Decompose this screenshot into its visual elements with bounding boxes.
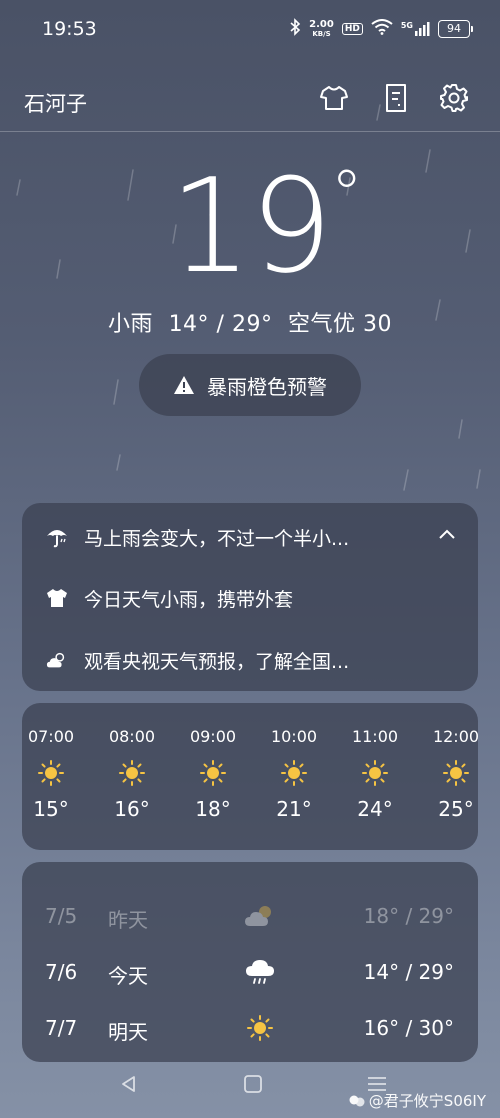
city-name[interactable]: 石河子	[24, 88, 87, 118]
tip-item[interactable]: 马上雨会变大，不过一个半小...	[46, 523, 349, 551]
cellular-signal: 5G	[401, 21, 430, 37]
day-temp-range: 14° / 29°	[363, 960, 454, 984]
hour-temp: 21°	[276, 797, 312, 821]
hour-time: 08:00	[108, 727, 156, 746]
temperature-range: 14° / 29°	[168, 312, 273, 337]
bluetooth-icon	[289, 18, 301, 39]
watermark: @君子攸宁S06IY	[349, 1090, 486, 1111]
status-icons: 2.00 KB/S HD 5G 94	[289, 18, 473, 39]
hour-temp: 25°	[438, 797, 474, 821]
hour-time: 11:00	[351, 727, 399, 746]
hour-item[interactable]: 11:00 24°	[340, 727, 410, 821]
hour-time: 07:00	[27, 727, 75, 746]
shirt-icon	[46, 587, 68, 609]
sun-icon	[97, 753, 167, 793]
rain-icon	[244, 956, 276, 988]
condition-text: 小雨	[108, 312, 154, 337]
battery-level: 94	[447, 22, 461, 35]
hourly-forecast-card[interactable]: 07:00 15° 08:00 16° 09:00 18° 10:00 21° …	[22, 703, 478, 850]
sun-icon	[178, 753, 248, 793]
watermark-text: @君子攸宁S06IY	[368, 1092, 486, 1110]
warning-icon	[174, 376, 194, 394]
clothing-advice-button[interactable]	[318, 82, 350, 114]
status-time: 19:53	[42, 18, 97, 40]
temperature-value: 19	[169, 150, 332, 302]
shirt-icon	[320, 86, 348, 110]
status-bar: 19:53 2.00 KB/S HD 5G 94	[0, 0, 500, 60]
hour-temp: 15°	[33, 797, 69, 821]
battery-indicator: 94	[438, 19, 473, 38]
tip-item[interactable]: 今日天气小雨，携带外套	[46, 584, 293, 612]
tip-text: 观看央视天气预报，了解全国...	[84, 650, 350, 673]
day-temp-range: 18° / 29°	[363, 904, 454, 928]
signal-label: 5G	[400, 20, 413, 30]
document-icon	[386, 84, 406, 112]
partly-cloudy-icon	[46, 649, 68, 671]
sun-icon	[259, 753, 329, 793]
day-label: 明天	[108, 1020, 148, 1044]
day-label: 今天	[108, 964, 148, 988]
chevron-up-icon	[439, 529, 455, 539]
back-button[interactable]	[114, 1069, 144, 1099]
sun-icon	[340, 753, 410, 793]
weather-summary: 小雨 14° / 29° 空气优 30	[0, 306, 500, 338]
sun-icon	[421, 753, 478, 793]
day-row[interactable]: 7/5 昨天 18° / 29°	[22, 896, 478, 936]
wifi-icon	[371, 19, 393, 38]
hour-item[interactable]: 09:00 18°	[178, 727, 248, 821]
back-icon	[122, 1076, 135, 1092]
signal-bars-icon	[415, 21, 430, 36]
air-quality[interactable]: 空气优 30	[288, 312, 392, 337]
daily-forecast-card[interactable]: 7/5 昨天 18° / 29° 7/6 今天 14° / 29° 7/7 明天…	[22, 862, 478, 1062]
hour-item[interactable]: 10:00 21°	[259, 727, 329, 821]
hour-item[interactable]: 08:00 16°	[97, 727, 167, 821]
home-icon	[244, 1075, 262, 1093]
collapse-tips-button[interactable]	[434, 521, 460, 547]
hour-item[interactable]: 12:00 25°	[421, 727, 478, 821]
hour-time: 09:00	[189, 727, 237, 746]
gear-icon	[440, 84, 468, 112]
day-date: 7/6	[45, 960, 78, 984]
tip-text: 今日天气小雨，携带外套	[84, 588, 294, 611]
tip-text: 马上雨会变大，不过一个半小...	[84, 527, 350, 550]
home-button[interactable]	[238, 1069, 268, 1099]
tip-item[interactable]: 观看央视天气预报，了解全国...	[46, 646, 349, 674]
sun-icon	[22, 753, 86, 793]
hour-item[interactable]: 07:00 15°	[22, 727, 86, 821]
current-temperature: 19 °	[0, 150, 500, 302]
sun-icon	[244, 1012, 276, 1044]
temperature-degree: °	[330, 158, 363, 232]
hour-time: 12:00	[432, 727, 478, 746]
day-date: 7/7	[45, 1016, 78, 1040]
day-temp-range: 16° / 30°	[363, 1016, 454, 1040]
day-row[interactable]: 7/6 今天 14° / 29°	[22, 952, 478, 992]
settings-button[interactable]	[438, 82, 470, 114]
partly-cloudy-icon	[244, 900, 276, 932]
day-label: 昨天	[108, 908, 148, 932]
top-header: 石河子	[0, 78, 500, 132]
hd-badge: HD	[341, 22, 363, 35]
hour-temp: 16°	[114, 797, 150, 821]
net-speed-unit: KB/S	[312, 29, 331, 38]
umbrella-icon	[46, 526, 68, 548]
net-speed-value: 2.00	[309, 18, 334, 30]
hour-temp: 24°	[357, 797, 393, 821]
alert-text: 暴雨橙色预警	[207, 374, 327, 399]
weather-alert-button[interactable]: 暴雨橙色预警	[139, 354, 361, 416]
weather-tips-card: 马上雨会变大，不过一个半小... 今日天气小雨，携带外套 观看央视天气预报，了解…	[22, 503, 478, 691]
day-row[interactable]: 7/7 明天 16° / 30°	[22, 1008, 478, 1048]
day-date: 7/5	[45, 904, 78, 928]
watermark-logo-icon	[349, 1095, 365, 1106]
weather-report-button[interactable]	[380, 82, 412, 114]
hour-temp: 18°	[195, 797, 231, 821]
network-speed: 2.00 KB/S	[309, 18, 334, 38]
hour-time: 10:00	[270, 727, 318, 746]
